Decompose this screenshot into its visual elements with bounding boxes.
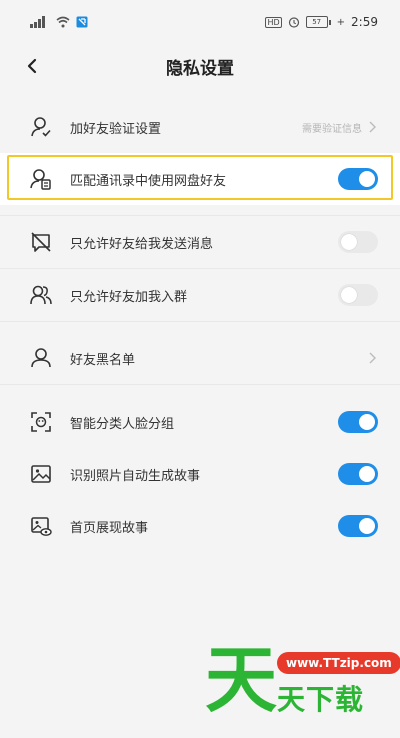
setting-label: 识别照片自动生成故事	[70, 468, 201, 484]
group-users-icon	[30, 284, 52, 306]
divider	[0, 384, 400, 385]
contacts-match-toggle[interactable]	[338, 168, 378, 190]
setting-value: 需要验证信息	[302, 123, 362, 135]
wifi-icon	[56, 16, 70, 28]
user-icon	[30, 347, 52, 369]
setting-contacts-match[interactable]: 匹配通讯录中使用网盘好友	[0, 153, 400, 205]
setting-friend-verify[interactable]: 加好友验证设置 需要验证信息	[0, 101, 400, 153]
clock: 2:59	[351, 15, 378, 29]
battery-level: 57	[305, 16, 328, 28]
nav-header: 隐私设置	[0, 44, 400, 88]
signal-icon	[30, 16, 50, 28]
message-block-icon	[30, 231, 52, 253]
setting-label: 只允许好友加我入群	[70, 289, 188, 305]
toggle-knob	[341, 287, 357, 303]
friends-only-message-toggle[interactable]	[338, 231, 378, 253]
photo-story-toggle[interactable]	[338, 463, 378, 485]
hd-icon: HD	[265, 16, 282, 28]
setting-face-grouping[interactable]: 智能分类人脸分组	[0, 396, 400, 448]
divider	[0, 321, 400, 322]
setting-photo-story[interactable]: 识别照片自动生成故事	[0, 448, 400, 500]
face-grouping-toggle[interactable]	[338, 411, 378, 433]
user-verify-icon	[30, 116, 52, 138]
setting-label: 好友黑名单	[70, 352, 136, 368]
battery-icon: 57	[305, 16, 331, 28]
watermark-big-char: 天	[205, 638, 278, 722]
setting-friend-blacklist[interactable]: 好友黑名单	[0, 332, 400, 384]
contacts-match-icon	[30, 168, 52, 190]
email-icon	[76, 16, 88, 28]
charging-icon: +	[336, 16, 346, 28]
photo-icon	[30, 463, 52, 485]
toggle-knob	[359, 466, 375, 482]
home-story-toggle[interactable]	[338, 515, 378, 537]
face-scan-icon	[30, 411, 52, 433]
setting-friends-only-group[interactable]: 只允许好友加我入群	[0, 269, 400, 321]
status-bar: HD 57 + 2:59	[0, 0, 400, 44]
setting-friends-only-message[interactable]: 只允许好友给我发送消息	[0, 216, 400, 268]
setting-label: 匹配通讯录中使用网盘好友	[70, 173, 227, 189]
friends-only-group-toggle[interactable]	[338, 284, 378, 306]
toggle-knob	[359, 171, 375, 187]
setting-label: 加好友验证设置	[70, 121, 162, 137]
back-button[interactable]	[18, 52, 46, 80]
watermark-text: 天下载	[277, 683, 365, 716]
toggle-knob	[359, 414, 375, 430]
alarm-icon	[288, 16, 300, 28]
setting-label: 只允许好友给我发送消息	[70, 236, 214, 252]
page-title: 隐私设置	[166, 58, 234, 79]
setting-label: 智能分类人脸分组	[70, 416, 175, 432]
chevron-right-icon	[368, 120, 378, 134]
toggle-knob	[359, 518, 375, 534]
watermark-site: www.TTzip.com	[277, 652, 400, 674]
setting-label: 首页展现故事	[70, 520, 149, 536]
photo-view-icon	[30, 515, 52, 537]
chevron-right-icon	[368, 351, 378, 365]
watermark-logo: 天 www.TTzip.com 天下载	[205, 638, 400, 725]
chevron-left-icon	[27, 58, 37, 74]
setting-home-story[interactable]: 首页展现故事	[0, 500, 400, 552]
toggle-knob	[341, 234, 357, 250]
